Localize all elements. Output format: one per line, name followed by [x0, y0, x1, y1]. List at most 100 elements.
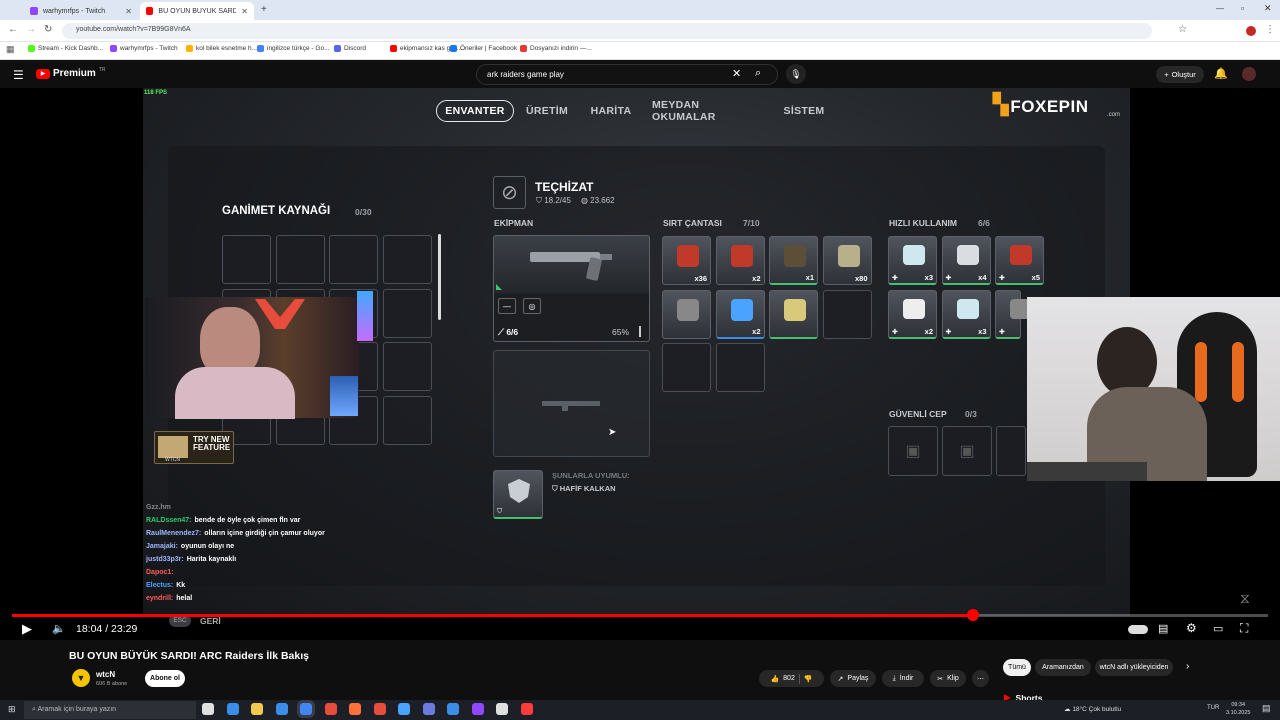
clip-button[interactable]: ✂ Klip: [930, 670, 966, 687]
minimize-button[interactable]: —: [1216, 4, 1224, 13]
backpack-slot[interactable]: x36: [662, 236, 711, 285]
loot-slot[interactable]: [382, 395, 432, 445]
loot-slot[interactable]: [275, 235, 325, 284]
backpack-slot[interactable]: [769, 289, 818, 339]
attachment-slot-icon[interactable]: ◎: [523, 298, 541, 314]
apps-grid-icon[interactable]: ▦: [6, 44, 15, 55]
share-button[interactable]: ↗ Paylaş: [830, 670, 876, 687]
safe-slot-2[interactable]: ▣: [942, 426, 992, 476]
chip-all[interactable]: Tümü: [1003, 659, 1031, 676]
app-icon[interactable]: [520, 703, 533, 715]
backpack-slot[interactable]: [822, 289, 872, 339]
language-indicator[interactable]: TUR: [1207, 705, 1219, 711]
attachment-slot-icon[interactable]: —: [498, 298, 516, 314]
brave-icon[interactable]: [324, 703, 337, 715]
bookmark-item[interactable]: Discord: [334, 45, 366, 52]
telegram-icon[interactable]: [447, 703, 459, 715]
forward-arrow-icon[interactable]: →: [26, 24, 36, 35]
settings-gear-icon[interactable]: ⚙: [1186, 621, 1197, 635]
backpack-slot[interactable]: x1: [769, 236, 818, 285]
bookmark-item[interactable]: Öneriler | Facebook: [450, 45, 517, 52]
voice-search-icon[interactable]: 🎙: [786, 64, 806, 84]
quick-use-slot[interactable]: ✚ x4: [941, 236, 991, 285]
theater-mode-icon[interactable]: ▭: [1213, 622, 1223, 635]
opera-icon[interactable]: [373, 703, 386, 715]
quick-use-slot[interactable]: ✚ x3: [888, 236, 937, 285]
hamburger-menu-icon[interactable]: ☰: [13, 68, 24, 82]
primary-weapon-slot[interactable]: — ◎ ⟋ 6/6 65%: [493, 235, 650, 342]
loot-slot[interactable]: [222, 235, 271, 284]
bookmark-item[interactable]: Stream - Kick Dashb...: [28, 45, 103, 52]
steam-icon[interactable]: [398, 703, 410, 715]
subtitles-icon[interactable]: ▤: [1158, 622, 1168, 635]
secondary-weapon-slot[interactable]: [493, 350, 650, 457]
tab-twitch[interactable]: warhymrfps - Twitch ✕: [24, 2, 138, 20]
safe-slot-3[interactable]: [996, 426, 1026, 476]
tab-meydan-okumalar[interactable]: MEYDAN OKUMALAR: [652, 99, 762, 123]
close-icon[interactable]: ✕: [125, 7, 132, 16]
notification-center-icon[interactable]: ▤: [1262, 703, 1271, 714]
backpack-slot[interactable]: [662, 289, 711, 339]
loot-slot[interactable]: [382, 288, 432, 338]
task-view-icon[interactable]: [202, 703, 214, 715]
chip-from-uploader[interactable]: wtcN adlı yükleyiciden: [1095, 659, 1173, 676]
firefox-icon[interactable]: [349, 703, 361, 715]
loot-slot[interactable]: [329, 235, 378, 284]
account-avatar[interactable]: [1242, 67, 1256, 81]
loot-slot[interactable]: [382, 342, 432, 391]
back-label[interactable]: GERİ: [200, 616, 221, 626]
windows-start-icon[interactable]: ⊞: [8, 704, 16, 715]
channel-avatar[interactable]: ▼: [72, 669, 90, 687]
obs-icon[interactable]: [496, 703, 508, 715]
bookmark-item[interactable]: Dosyanızı indirin —...: [520, 45, 592, 52]
quick-use-slot[interactable]: ✚ x2: [888, 289, 937, 339]
tab-sistem[interactable]: SİSTEM: [776, 100, 832, 122]
create-button[interactable]: + Oluştur: [1156, 66, 1204, 83]
bookmark-item[interactable]: ingilizce türkçe - Go...: [257, 45, 330, 52]
loot-scrollbar[interactable]: [438, 234, 441, 320]
thumbs-down-icon[interactable]: 👎: [804, 675, 813, 683]
subscribe-button[interactable]: Abone ol: [145, 670, 185, 687]
new-tab-button[interactable]: +: [261, 4, 267, 15]
notifications-bell-icon[interactable]: 🔔: [1214, 67, 1228, 80]
quick-use-slot[interactable]: ✚ x3: [941, 289, 991, 339]
fullscreen-icon[interactable]: ⛶: [1240, 621, 1248, 636]
backpack-slot[interactable]: x2: [715, 289, 765, 339]
tab-uretim[interactable]: ÜRETİM: [522, 100, 572, 122]
back-arrow-icon[interactable]: ←: [8, 24, 18, 35]
channel-name[interactable]: wtcN: [96, 670, 115, 679]
backpack-slot[interactable]: [662, 343, 711, 392]
bookmark-star-icon[interactable]: ☆: [1178, 24, 1187, 35]
more-actions-icon[interactable]: ⋯: [972, 670, 989, 687]
discord-icon[interactable]: [422, 703, 435, 715]
twitch-app-icon[interactable]: [471, 703, 484, 715]
close-icon[interactable]: ✕: [241, 7, 248, 16]
thumbs-up-icon[interactable]: 👍: [770, 675, 779, 683]
progress-scrubber[interactable]: [966, 609, 979, 621]
edge-icon[interactable]: [226, 703, 239, 715]
reload-icon[interactable]: ↻: [44, 24, 52, 35]
quick-use-slot[interactable]: ✚: [995, 289, 1032, 339]
window-close-button[interactable]: ✕: [1264, 3, 1272, 14]
chrome-icon[interactable]: [300, 703, 312, 715]
search-icon[interactable]: ⌕: [755, 67, 761, 80]
clear-search-icon[interactable]: ✕: [732, 67, 741, 80]
taskbar-search-input[interactable]: ⌕ Aramak için buraya yazın: [24, 701, 196, 719]
file-explorer-icon[interactable]: [251, 703, 263, 715]
tab-youtube[interactable]: BU OYUN BÜYÜK SARDI! ARC R ✕: [140, 2, 254, 20]
bookmark-item[interactable]: kol bilek esnetme h...: [186, 45, 257, 52]
youtube-logo[interactable]: ▶ Premium TR: [36, 67, 105, 79]
browser-menu-icon[interactable]: ⋮: [1265, 24, 1275, 35]
maximize-button[interactable]: ▫: [1241, 3, 1244, 13]
tab-harita[interactable]: HARİTA: [586, 100, 636, 122]
bookmark-item[interactable]: warhymrfps - Twitch: [110, 45, 178, 52]
safe-slot-1[interactable]: ▣: [888, 426, 938, 476]
loot-slot[interactable]: [382, 235, 432, 284]
backpack-slot[interactable]: [715, 343, 765, 392]
tab-envanter[interactable]: ENVANTER: [436, 100, 514, 122]
quick-use-slot[interactable]: ✚ x5: [995, 236, 1044, 285]
play-icon[interactable]: ▶: [22, 621, 32, 637]
chevron-right-icon[interactable]: ›: [1186, 661, 1189, 672]
system-clock[interactable]: 09:34 3.10.2025: [1226, 701, 1250, 717]
download-button[interactable]: ⤓ İndir: [882, 670, 924, 687]
